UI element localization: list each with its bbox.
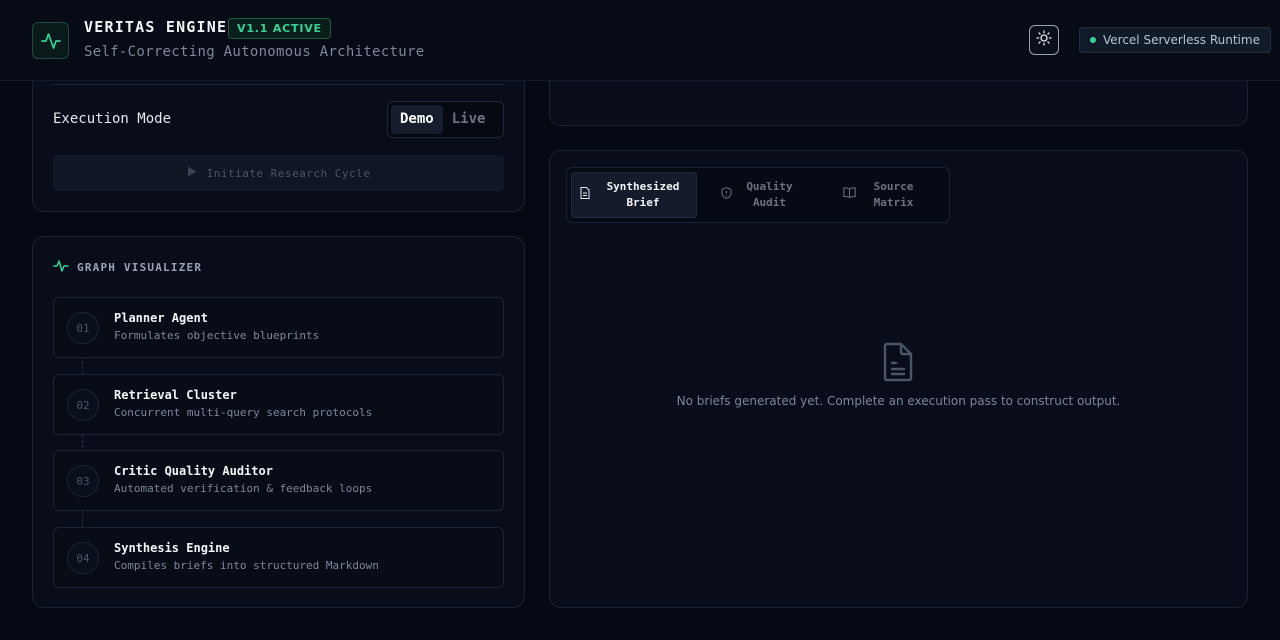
mode-option-live[interactable]: Live [443,105,495,134]
version-badge: V1.1 ACTIVE [228,18,331,39]
node-number: 04 [67,542,99,574]
graph-visualizer-title: GRAPH VISUALIZER [53,258,202,277]
document-icon [580,186,590,204]
node-title: Synthesis Engine [114,541,230,555]
graph-node-planner: 01 Planner Agent Formulates objective bl… [53,297,504,358]
node-description: Automated verification & feedback loops [114,482,373,495]
execution-mode-toggle[interactable]: Demo Live [387,101,504,138]
runtime-badge: Vercel Serverless Runtime [1079,27,1271,53]
graph-node-retrieval: 02 Retrieval Cluster Concurrent multi-qu… [53,374,504,435]
node-description: Formulates objective blueprints [114,329,320,342]
activity-icon [53,258,69,277]
initiate-research-label: Initiate Research Cycle [206,166,371,180]
empty-document-icon [880,342,916,386]
app-subtitle: Self-Correcting Autonomous Architecture [84,44,425,60]
app-title: VERITAS ENGINE [84,18,228,36]
node-description: Compiles briefs into structured Markdown [114,559,379,572]
shield-icon [721,186,732,204]
theme-toggle-button[interactable] [1029,25,1059,55]
activity-logo-icon [32,22,69,59]
node-title: Retrieval Cluster [114,388,237,402]
initiate-research-button[interactable]: Initiate Research Cycle [53,155,504,191]
empty-state-message: No briefs generated yet. Complete an exe… [676,394,1121,408]
tab-quality-audit[interactable]: Quality Audit [703,172,817,218]
node-title: Planner Agent [114,311,208,325]
output-tab-bar: Synthesized Brief Quality Audit Source M… [566,167,950,223]
divider [53,84,504,85]
node-description: Concurrent multi-query search protocols [114,406,373,419]
node-number: 01 [67,312,99,344]
node-number: 02 [67,389,99,421]
node-title: Critic Quality Auditor [114,464,273,478]
book-icon [842,187,856,203]
graph-node-critic: 03 Critic Quality Auditor Automated veri… [53,450,504,511]
graph-node-synthesis: 04 Synthesis Engine Compiles briefs into… [53,527,504,588]
execution-mode-label: Execution Mode [53,111,172,127]
mode-option-demo[interactable]: Demo [391,105,443,134]
play-icon [187,166,197,180]
app-header: VERITAS ENGINE V1.1 ACTIVE Self-Correcti… [0,0,1280,81]
sun-icon [1036,30,1052,50]
status-dot-icon [1090,37,1096,43]
tab-synthesized-brief[interactable]: Synthesized Brief [571,172,697,218]
tab-source-matrix[interactable]: Source Matrix [823,172,943,218]
node-number: 03 [67,465,99,497]
